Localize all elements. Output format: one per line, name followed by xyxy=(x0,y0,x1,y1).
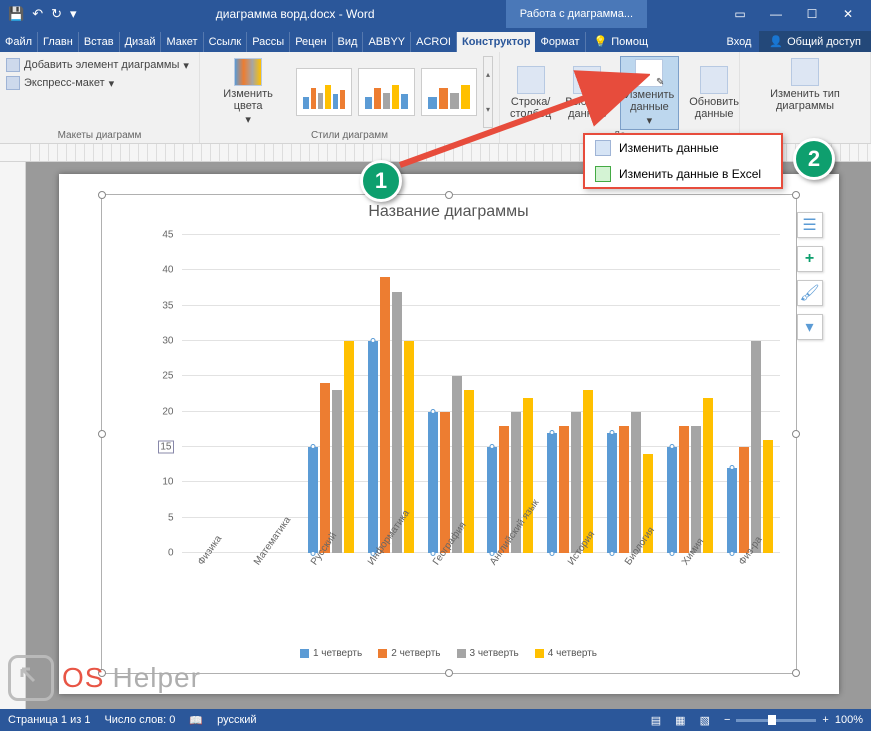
redo-icon[interactable]: ↻ xyxy=(51,6,62,22)
bar-group xyxy=(182,235,242,553)
chart-funnel-button[interactable]: ▾ xyxy=(797,314,823,340)
group-chart-layouts: Макеты диаграмм xyxy=(6,130,193,143)
quick-layout-icon xyxy=(6,76,20,90)
y-tick-label: 25 xyxy=(162,371,173,382)
bar-group xyxy=(421,235,481,553)
workspace: Название диаграммы 051015202530354045 Фи… xyxy=(0,162,871,709)
quick-layout-button[interactable]: Экспресс-макет ▾ xyxy=(6,74,193,92)
chart-elements-button[interactable]: ☰ xyxy=(797,212,823,238)
legend-item[interactable]: 4 четверть xyxy=(535,648,597,659)
titlebar: 💾 ↶ ↻ ▾ диаграмма ворд.docx - Word Работ… xyxy=(0,0,871,28)
palette-icon xyxy=(234,58,262,86)
bar[interactable] xyxy=(368,341,378,553)
bar[interactable] xyxy=(380,277,390,553)
tab-home[interactable]: Главн xyxy=(38,32,79,52)
legend-item[interactable]: 2 четверть xyxy=(378,648,440,659)
word-count[interactable]: Число слов: 0 xyxy=(104,714,175,726)
bar-group xyxy=(540,235,600,553)
zoom-in-icon[interactable]: + xyxy=(822,714,828,726)
bar[interactable] xyxy=(751,341,761,553)
chart-title[interactable]: Название диаграммы xyxy=(102,195,796,225)
tab-review[interactable]: Рецен xyxy=(290,32,332,52)
y-tick-label: 15 xyxy=(158,441,173,454)
statusbar: Страница 1 из 1 Число слов: 0 📖 русский … xyxy=(0,709,871,731)
chart-plot-area[interactable]: 051015202530354045 xyxy=(152,235,780,553)
y-tick-label: 5 xyxy=(168,512,174,523)
undo-icon[interactable]: ↶ xyxy=(32,6,43,22)
tell-me[interactable]: 💡 Помощ xyxy=(586,31,656,52)
y-tick-label: 35 xyxy=(162,300,173,311)
tab-file[interactable]: Файл xyxy=(0,32,38,52)
view-print-icon[interactable]: ▦ xyxy=(675,714,685,727)
share-button[interactable]: 👤 Общий доступ xyxy=(759,31,871,52)
y-tick-label: 10 xyxy=(162,477,173,488)
qat-more-icon[interactable]: ▾ xyxy=(70,6,77,22)
language-status[interactable]: русский xyxy=(217,714,256,726)
add-element-icon xyxy=(6,58,20,72)
minimize-icon[interactable]: — xyxy=(761,7,791,21)
bar[interactable] xyxy=(631,412,641,553)
zoom-slider[interactable] xyxy=(736,719,816,722)
bar-group xyxy=(241,235,301,553)
view-read-icon[interactable]: ▤ xyxy=(651,714,661,727)
zoom-level[interactable]: 100% xyxy=(835,714,863,726)
tab-design[interactable]: Дизай xyxy=(120,32,162,52)
ribbon-tabs: Файл Главн Встав Дизай Макет Ссылк Рассы… xyxy=(0,28,871,52)
y-tick-label: 20 xyxy=(162,406,173,417)
page-status[interactable]: Страница 1 из 1 xyxy=(8,714,90,726)
bar-group xyxy=(361,235,421,553)
bar-group xyxy=(600,235,660,553)
login-link[interactable]: Вход xyxy=(719,32,760,52)
y-tick-label: 40 xyxy=(162,265,173,276)
legend-item[interactable]: 1 четверть xyxy=(300,648,362,659)
view-web-icon[interactable]: ▧ xyxy=(700,714,710,727)
refresh-icon xyxy=(700,66,728,94)
tab-abbyy[interactable]: ABBYY xyxy=(363,32,411,52)
document-title: диаграмма ворд.docx - Word xyxy=(85,7,506,21)
tab-references[interactable]: Ссылк xyxy=(204,32,248,52)
tab-chart-design[interactable]: Конструктор xyxy=(457,32,535,52)
callout-1: 1 xyxy=(360,160,402,202)
bar[interactable] xyxy=(440,412,450,553)
document-page: Название диаграммы 051015202530354045 Фи… xyxy=(59,174,839,694)
refresh-data-button[interactable]: Обновить данные xyxy=(685,64,743,122)
zoom-out-icon[interactable]: − xyxy=(724,714,730,726)
bar-group xyxy=(720,235,780,553)
legend-item[interactable]: 3 четверть xyxy=(457,648,519,659)
change-colors-button[interactable]: Изменить цвета ▾ xyxy=(206,56,290,128)
chart-legend[interactable]: 1 четверть 2 четверть 3 четверть 4 четверть xyxy=(102,648,796,659)
vertical-ruler[interactable] xyxy=(0,162,26,709)
tab-view[interactable]: Вид xyxy=(333,32,364,52)
save-icon[interactable]: 💾 xyxy=(8,6,24,22)
annotation-arrow xyxy=(390,70,650,170)
tab-insert[interactable]: Встав xyxy=(79,32,120,52)
chart-styles-button[interactable]: + xyxy=(797,246,823,272)
y-tick-label: 30 xyxy=(162,336,173,347)
watermark: OS Helper xyxy=(8,655,201,701)
context-tab-title: Работа с диаграмма... xyxy=(506,0,647,28)
bar-group xyxy=(301,235,361,553)
tab-mailings[interactable]: Рассы xyxy=(247,32,290,52)
bar-group xyxy=(660,235,720,553)
tab-layout[interactable]: Макет xyxy=(161,32,203,52)
y-tick-label: 45 xyxy=(162,230,173,241)
proofing-icon[interactable]: 📖 xyxy=(189,714,203,727)
change-chart-type-button[interactable]: Изменить тип диаграммы xyxy=(746,56,864,114)
tab-chart-format[interactable]: Формат xyxy=(535,32,585,52)
bar[interactable] xyxy=(320,383,330,553)
close-icon[interactable]: ✕ xyxy=(833,7,863,21)
chart-filters-button[interactable]: 🖌 xyxy=(797,280,823,306)
add-chart-element-button[interactable]: Добавить элемент диаграммы ▾ xyxy=(6,56,193,74)
tab-acrobat[interactable]: ACROI xyxy=(411,32,457,52)
chart-object[interactable]: Название диаграммы 051015202530354045 Фи… xyxy=(101,194,797,674)
ribbon-options-icon[interactable]: ▭ xyxy=(725,7,755,21)
y-tick-label: 0 xyxy=(168,548,174,559)
chart-style-1[interactable] xyxy=(296,68,352,116)
maximize-icon[interactable]: ☐ xyxy=(797,7,827,21)
callout-2: 2 xyxy=(793,138,835,180)
chart-type-icon xyxy=(791,58,819,86)
